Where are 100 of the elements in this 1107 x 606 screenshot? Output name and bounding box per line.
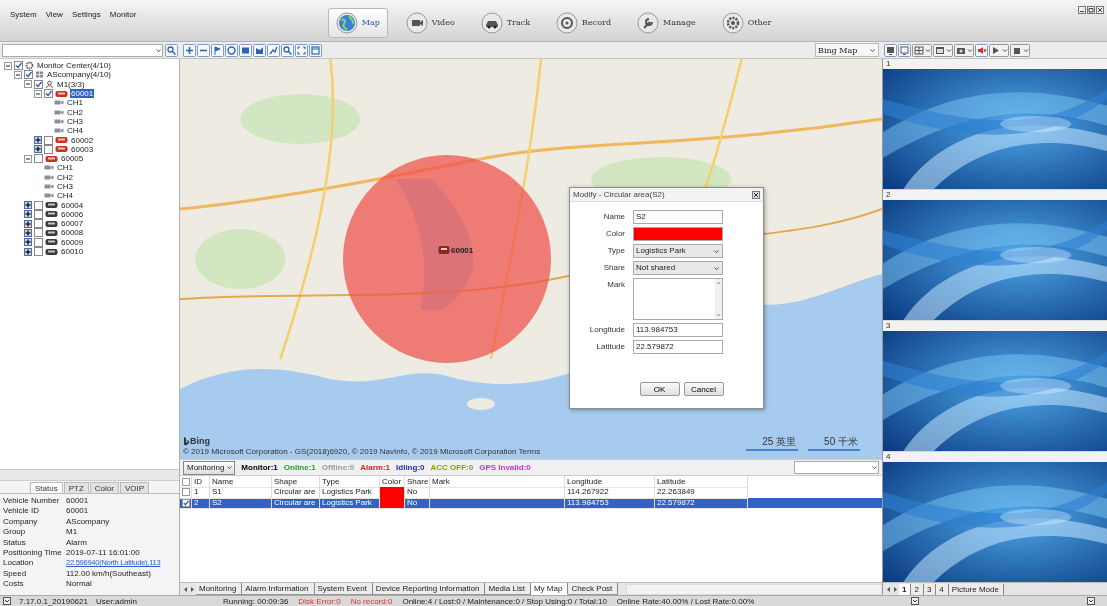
mute-icon[interactable] [975, 43, 988, 57]
search-icon[interactable] [165, 43, 178, 57]
camera-icon[interactable] [954, 43, 974, 57]
checkbox[interactable] [181, 498, 190, 507]
menu-item[interactable]: View [45, 10, 63, 19]
caret-icon[interactable] [871, 464, 878, 471]
panel-icon[interactable] [1087, 597, 1095, 605]
tree-item[interactable]: 60006 [60, 209, 85, 219]
expand-icon[interactable] [24, 210, 32, 219]
caret-icon[interactable] [226, 464, 234, 471]
caret-icon[interactable] [869, 46, 876, 54]
tree-item[interactable]: 60010 [60, 247, 85, 257]
collapse-icon[interactable] [24, 80, 32, 89]
page-tab[interactable]: Picture Mode [948, 583, 1004, 595]
tree-item[interactable]: CH4 [56, 191, 74, 201]
flag-icon[interactable] [211, 43, 224, 57]
play-icon[interactable] [989, 43, 1009, 57]
expand-icon[interactable] [24, 201, 32, 210]
bottom-tab[interactable]: Media List [485, 583, 531, 595]
bottom-tab[interactable]: Check Post [568, 583, 619, 595]
tree-item[interactable]: AScompany(4/10) [46, 70, 113, 80]
expand-icon[interactable] [24, 247, 32, 256]
expand-icon[interactable] [34, 145, 42, 154]
circle-icon[interactable] [225, 43, 238, 57]
tree-item[interactable]: 60002 [70, 135, 95, 145]
tab[interactable]: PTZ [63, 482, 89, 493]
tree-item[interactable]: CH1 [56, 163, 74, 173]
table-row[interactable]: 1 S1 Circular are Logistics Park No 114.267922 22.263849 [180, 487, 882, 498]
checkbox[interactable] [181, 477, 190, 486]
nav-button[interactable]: Other [713, 7, 780, 38]
checkbox[interactable] [34, 219, 43, 229]
page-tab[interactable]: 1 [899, 583, 912, 595]
bottom-tab[interactable]: My Map [530, 583, 569, 595]
checkbox[interactable] [34, 209, 43, 219]
expand-icon[interactable] [24, 229, 32, 237]
tree-item[interactable]: 60001 [70, 89, 95, 99]
column-header[interactable]: Shape [272, 476, 320, 488]
zoom-in-icon[interactable] [183, 43, 196, 57]
page-tab[interactable]: 2 [911, 583, 924, 595]
checkbox[interactable] [34, 79, 43, 89]
collapse-icon[interactable] [34, 89, 42, 98]
bottom-tab[interactable]: System Event [314, 583, 373, 595]
bottom-tab[interactable]: Alarm Information [242, 583, 315, 595]
tab[interactable]: Status [29, 482, 63, 493]
column-header[interactable]: Mark [430, 476, 565, 488]
column-header[interactable]: Longitude [565, 476, 655, 488]
scroll-left-icon[interactable] [885, 584, 892, 594]
tree-item[interactable]: CH4 [66, 126, 84, 136]
checkbox[interactable] [44, 89, 53, 99]
close-icon[interactable] [1096, 6, 1104, 14]
column-header[interactable]: Share [405, 476, 430, 488]
checkbox[interactable] [34, 228, 43, 238]
line-icon[interactable] [267, 43, 280, 57]
nav-button[interactable]: Record [548, 7, 619, 38]
tree-item[interactable]: 60005 [60, 154, 85, 164]
monitor-icon[interactable] [898, 43, 911, 57]
scroll-left-icon[interactable] [182, 584, 189, 594]
checkbox[interactable] [34, 237, 43, 247]
column-header[interactable]: Latitude [655, 476, 748, 488]
monitor-icon[interactable] [884, 43, 897, 57]
tree-item[interactable]: CH2 [66, 107, 84, 117]
checkbox[interactable] [34, 200, 43, 210]
horizontal-scrollbar[interactable] [626, 583, 882, 595]
tab[interactable]: VOIP [119, 482, 149, 493]
tree-item[interactable]: 60009 [60, 237, 85, 247]
nav-button[interactable]: Manage [629, 7, 704, 38]
page-tab[interactable]: 3 [923, 583, 937, 595]
expand-icon[interactable] [34, 136, 42, 144]
checkbox[interactable] [34, 247, 43, 257]
column-header[interactable]: Name [210, 476, 272, 488]
search-icon[interactable] [281, 43, 294, 57]
bottom-tab[interactable]: Monitoring [196, 583, 243, 595]
expand-icon[interactable] [24, 219, 32, 228]
menu-item[interactable]: Monitor [109, 10, 137, 19]
collapse-icon[interactable] [14, 70, 22, 79]
tree-item[interactable]: 60003 [70, 144, 95, 154]
column-header[interactable]: Type [320, 476, 380, 488]
tree-item[interactable]: 60004 [60, 200, 85, 210]
polygon-icon[interactable] [253, 43, 266, 57]
mode-dropdown[interactable]: Monitoring [183, 460, 236, 475]
nav-button[interactable]: Video [397, 7, 463, 38]
zoom-out-icon[interactable] [197, 43, 210, 57]
panel-icon[interactable] [3, 597, 11, 605]
tree-item[interactable]: CH3 [66, 116, 84, 126]
restore-icon[interactable] [1087, 6, 1095, 14]
search-field[interactable] [2, 43, 163, 57]
column-header[interactable]: ID [192, 476, 210, 488]
checkbox[interactable] [44, 135, 53, 145]
tree-item[interactable]: CH1 [66, 98, 84, 108]
window-icon[interactable] [933, 43, 953, 57]
checkbox[interactable] [24, 70, 33, 80]
stop-icon[interactable] [1010, 43, 1030, 57]
page-tab[interactable]: 4 [936, 583, 949, 595]
window-icon[interactable] [309, 43, 322, 57]
tab[interactable]: Color [89, 482, 119, 493]
expand-icon[interactable] [24, 238, 32, 247]
menu-item[interactable]: System [10, 10, 37, 19]
tree-item[interactable]: Monitor Center(4/10) [36, 61, 112, 71]
nav-button[interactable]: Map [327, 7, 388, 38]
map-source-dropdown[interactable]: Bing Map [815, 43, 879, 57]
